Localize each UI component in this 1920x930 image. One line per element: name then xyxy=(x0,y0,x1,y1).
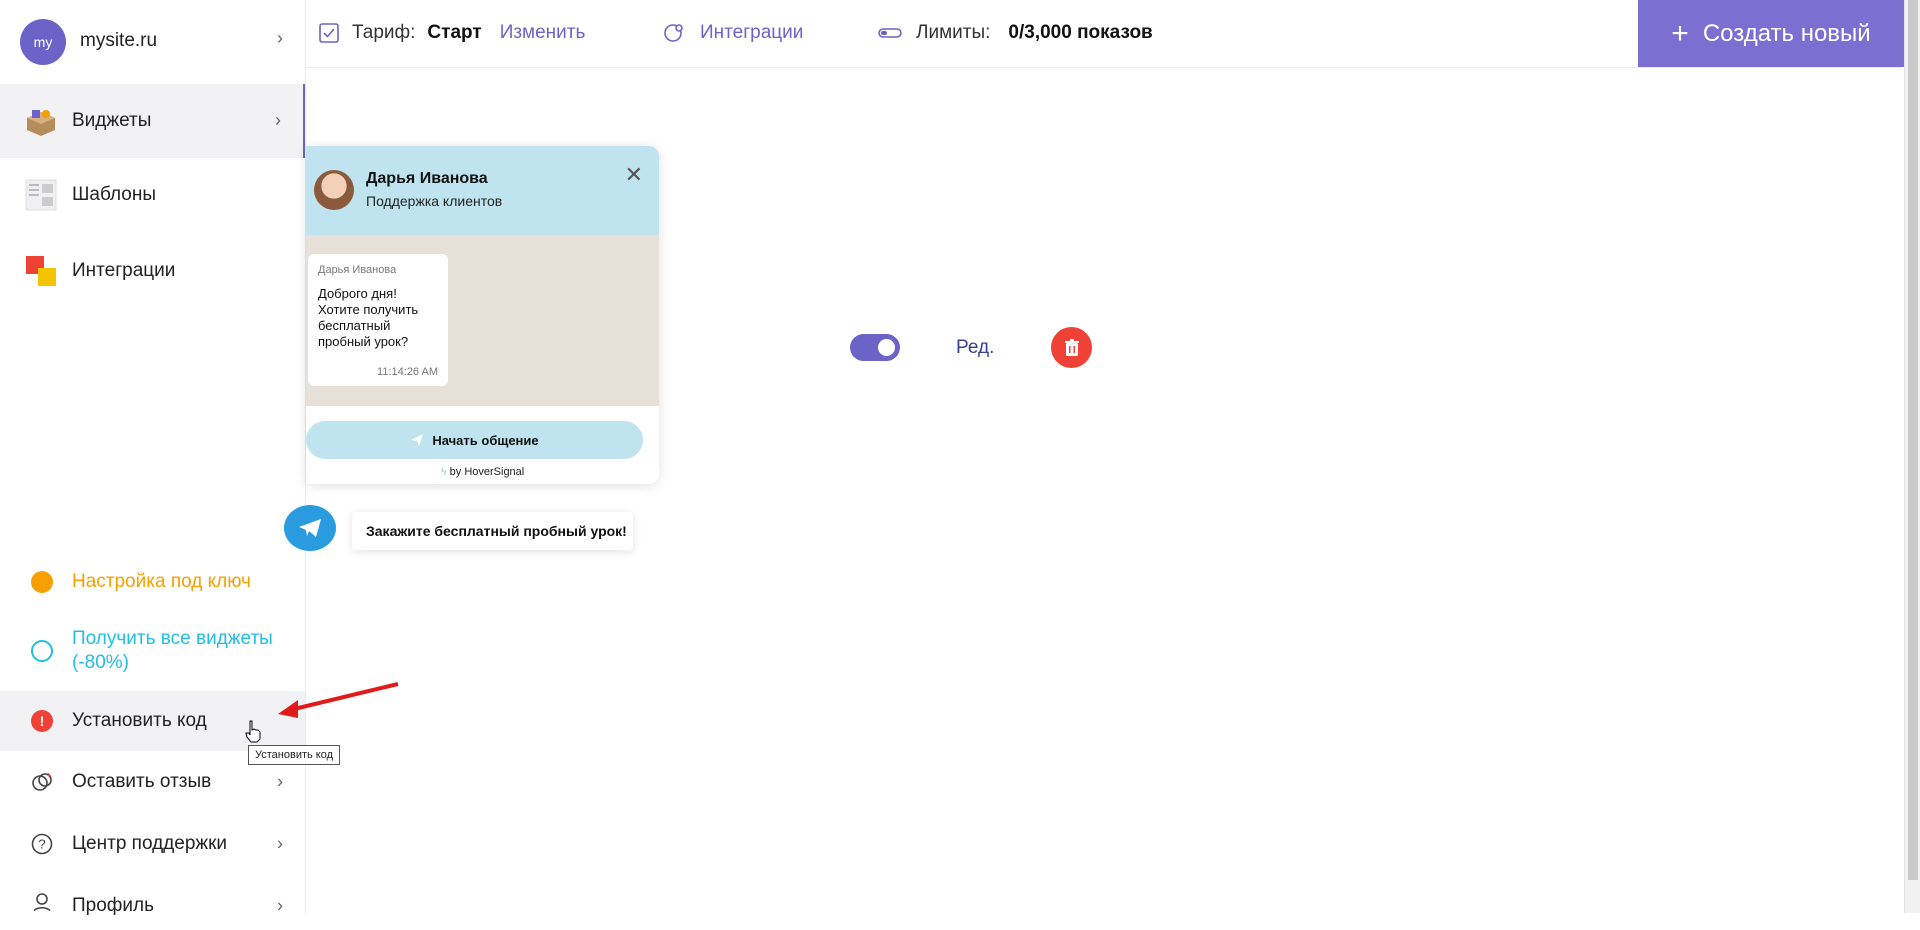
sidebar-item-all-widgets[interactable]: Получить все виджеты (-80%) xyxy=(0,625,305,677)
label-line-2: (-80%) xyxy=(72,652,130,673)
edit-widget-link[interactable]: Ред. xyxy=(956,337,994,359)
chat-body: Дарья Иванова Доброго дня! Хотите получи… xyxy=(306,235,659,406)
sidebar-item-label: Получить все виджеты (-80%) xyxy=(72,627,273,675)
sidebar-item-label: Профиль xyxy=(72,895,155,916)
tariff-info: Тариф: Старт Изменить xyxy=(318,22,585,44)
label-line-1: Получить все виджеты xyxy=(72,628,273,649)
sidebar-item-label: Оставить отзыв xyxy=(72,771,212,792)
site-name: mysite.ru xyxy=(80,30,158,51)
toggle-knob xyxy=(878,339,895,356)
powered-by-label: by HoverSignal xyxy=(449,466,525,478)
integrations-link[interactable]: Интеграции xyxy=(662,22,803,44)
change-tariff-link[interactable]: Изменить xyxy=(500,22,586,44)
site-avatar: my xyxy=(20,19,66,65)
sidebar-item-templates[interactable]: Шаблоны xyxy=(0,158,305,232)
integrations-icon xyxy=(26,256,56,286)
create-new-button[interactable]: + Создать новый xyxy=(1638,0,1904,67)
powered-by: ϟ by HoverSignal xyxy=(306,466,659,478)
chevron-right-icon: › xyxy=(277,771,283,792)
bubble-text: Доброго дня! Хотите получить бесплатный … xyxy=(318,286,419,349)
agent-role: Поддержка клиентов xyxy=(366,193,503,209)
widgets-box-icon xyxy=(27,110,55,136)
telegram-launcher[interactable] xyxy=(284,505,336,551)
start-chat-label: Начать общение xyxy=(432,432,539,448)
circle-outline-icon xyxy=(31,640,53,662)
limits-icon xyxy=(878,28,902,38)
sidebar-item-turnkey-setup[interactable]: Настройка под ключ xyxy=(0,562,305,602)
widget-active-toggle[interactable] xyxy=(850,334,900,361)
bubble-author: Дарья Иванова xyxy=(318,264,397,276)
sidebar-item-label: Интеграции xyxy=(72,260,176,281)
hand-cursor-icon xyxy=(245,720,261,743)
lightning-icon: ϟ xyxy=(440,466,447,478)
chat-bubbles-icon xyxy=(32,771,53,791)
sidebar-item-integrations[interactable]: Интеграции xyxy=(0,234,305,308)
agent-avatar xyxy=(314,170,354,210)
vertical-scrollbar[interactable] xyxy=(1904,0,1920,913)
create-new-label: Создать новый xyxy=(1702,19,1871,47)
sidebar-item-widgets[interactable]: Виджеты › xyxy=(0,84,305,158)
sidebar-item-label: Виджеты xyxy=(72,110,152,131)
scrollbar-thumb[interactable] xyxy=(1908,0,1918,880)
tariff-icon xyxy=(319,23,339,43)
chevron-right-icon: › xyxy=(277,833,283,854)
telegram-icon xyxy=(299,519,321,537)
sidebar-item-label: Настройка под ключ xyxy=(72,571,251,592)
integrations-link-label: Интеграции xyxy=(700,22,804,43)
annotation-arrow xyxy=(278,682,399,718)
sidebar-item-label: Шаблоны xyxy=(72,184,157,205)
trash-icon xyxy=(1064,338,1079,356)
site-selector[interactable]: my mysite.ru › xyxy=(0,0,305,84)
sidebar-item-leave-review[interactable]: Оставить отзыв › xyxy=(0,758,305,806)
sidebar-item-label: Центр поддержки xyxy=(72,833,228,854)
tooltip: Установить код xyxy=(248,745,341,765)
limits-info: Лимиты: 0/3,000 показов xyxy=(878,22,1153,44)
chevron-right-icon: › xyxy=(277,895,283,916)
limits-value: 0/3,000 показов xyxy=(1008,22,1153,43)
tariff-label: Тариф: xyxy=(352,22,416,43)
svg-text:?: ? xyxy=(38,837,45,852)
delete-widget-button[interactable] xyxy=(1051,327,1092,368)
widget-footer: Начать общение ϟ by HoverSignal xyxy=(306,406,659,484)
sidebar-item-support-center[interactable]: ? Центр поддержки › xyxy=(0,820,305,868)
integrations-link-icon xyxy=(664,24,683,42)
start-chat-button[interactable]: Начать общение xyxy=(306,421,643,459)
tariff-value: Старт xyxy=(427,22,482,43)
sidebar-item-label: Установить код xyxy=(72,710,207,731)
widget-header: Дарья Иванова Поддержка клиентов ✕ xyxy=(306,146,659,235)
sidebar: my mysite.ru › Виджеты › Шаблоны Интегра… xyxy=(0,0,306,916)
plus-icon: + xyxy=(1671,16,1689,50)
alert-icon: ! xyxy=(31,710,53,732)
promo-callout: Закажите бесплатный пробный урок! xyxy=(352,512,633,550)
chat-bubble: Дарья Иванова Доброго дня! Хотите получи… xyxy=(308,254,448,386)
help-circle-icon: ? xyxy=(31,833,53,855)
bubble-time: 11:14:26 AM xyxy=(377,366,438,378)
telegram-send-icon xyxy=(411,434,424,446)
chevron-right-icon: › xyxy=(277,28,283,48)
close-icon[interactable]: ✕ xyxy=(625,162,643,188)
widget-preview: Дарья Иванова Поддержка клиентов ✕ Дарья… xyxy=(306,146,659,484)
sidebar-item-profile[interactable]: Профиль › xyxy=(0,882,305,930)
agent-name: Дарья Иванова xyxy=(366,170,488,187)
orange-dot-icon xyxy=(31,571,53,593)
user-icon xyxy=(32,893,52,914)
limits-label: Лимиты: xyxy=(916,22,991,43)
chevron-right-icon: › xyxy=(275,110,281,130)
templates-icon xyxy=(25,179,57,211)
